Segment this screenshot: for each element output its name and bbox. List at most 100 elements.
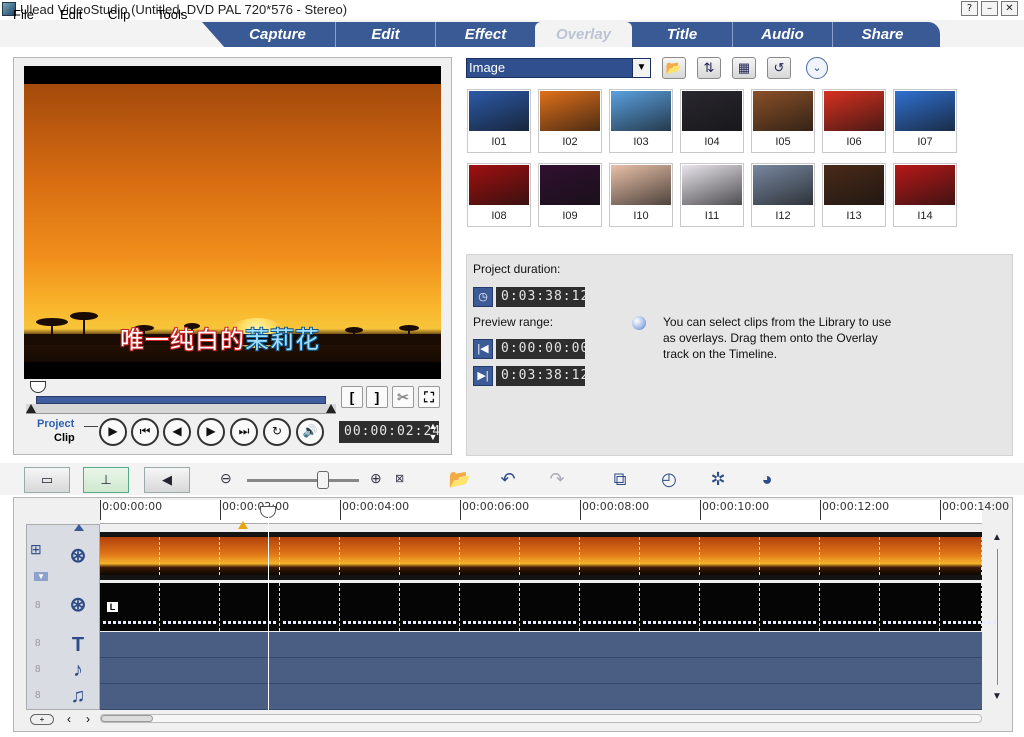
add-track-icon[interactable]: + bbox=[30, 714, 54, 725]
music-track[interactable] bbox=[100, 684, 982, 710]
voice-track-icon[interactable]: ♪ bbox=[62, 657, 94, 683]
library-thumbnail[interactable]: I03 bbox=[609, 89, 673, 153]
menu-clip[interactable]: Clip bbox=[108, 7, 130, 22]
audio-view-icon[interactable]: ◀ bbox=[144, 467, 190, 493]
expand-library-icon[interactable]: ⌄ bbox=[806, 57, 828, 79]
tab-share[interactable]: Share bbox=[832, 22, 932, 47]
storyboard-view-icon[interactable]: ▭ bbox=[24, 467, 70, 493]
library-thumbnail[interactable]: I11 bbox=[680, 163, 744, 227]
range-start-value[interactable]: 0:00:00:00 bbox=[496, 339, 588, 359]
close-button[interactable]: ✕ bbox=[1001, 1, 1018, 16]
scroll-right-icon[interactable]: › bbox=[86, 712, 90, 726]
scroll-up-icon[interactable]: ▲ bbox=[990, 532, 1004, 543]
ripple-edit-icon[interactable]: ⊞ bbox=[30, 541, 42, 558]
chevron-down-icon[interactable]: ▼ bbox=[632, 59, 650, 77]
video-track-icon[interactable]: ⊛ bbox=[62, 543, 94, 569]
end-icon[interactable]: ⏭ bbox=[230, 418, 258, 446]
range-end-value[interactable]: 0:03:38:12 bbox=[496, 366, 588, 386]
overlay-track-icon[interactable]: ⊛ bbox=[62, 592, 94, 618]
music-track-icon[interactable]: ♫ bbox=[62, 683, 94, 709]
ripple-edit-dropdown-icon[interactable]: ▼ bbox=[34, 572, 48, 581]
video-clip-frame[interactable] bbox=[160, 537, 220, 575]
video-clip-frame[interactable] bbox=[340, 537, 400, 575]
open-folder-icon[interactable]: 📂 bbox=[662, 57, 686, 79]
tab-title[interactable]: Title bbox=[632, 22, 732, 47]
timeline-scroll-thumb[interactable] bbox=[101, 715, 153, 722]
next-frame-icon[interactable]: ▶ bbox=[197, 418, 225, 446]
timecode-spinner-icon[interactable]: ▲ ▼ bbox=[427, 421, 439, 443]
video-clip-frame[interactable] bbox=[220, 537, 280, 575]
library-thumbnail[interactable]: I04 bbox=[680, 89, 744, 153]
track-lock-toggle[interactable]: 8 bbox=[35, 690, 41, 701]
overlay-clip-frame[interactable] bbox=[220, 583, 280, 631]
library-thumbnail[interactable]: I06 bbox=[822, 89, 886, 153]
tab-capture[interactable]: Capture bbox=[220, 22, 335, 47]
track-lock-toggle[interactable]: 8 bbox=[35, 600, 41, 611]
undo-icon[interactable]: ↶ bbox=[493, 466, 523, 492]
scroll-tracks-up-icon[interactable] bbox=[74, 524, 84, 531]
overlay-clip-frame[interactable] bbox=[400, 583, 460, 631]
timeline-horizontal-scrollbar[interactable] bbox=[100, 714, 982, 723]
library-thumbnail[interactable]: I09 bbox=[538, 163, 602, 227]
zoom-out-icon[interactable]: ⊖ bbox=[220, 470, 232, 487]
scroll-track[interactable] bbox=[996, 549, 998, 685]
video-clip-frame[interactable] bbox=[100, 537, 160, 575]
menu-file[interactable]: File bbox=[13, 7, 34, 22]
timeline-vertical-scrollbar[interactable]: ▲ ▼ bbox=[990, 532, 1004, 710]
surround-mixer-icon[interactable]: ◕ bbox=[752, 466, 782, 492]
video-clip-frame[interactable] bbox=[940, 537, 982, 575]
library-thumbnail[interactable]: I02 bbox=[538, 89, 602, 153]
library-thumbnail[interactable]: I05 bbox=[751, 89, 815, 153]
timecode-display[interactable]: 00:00:02:24 bbox=[339, 421, 440, 443]
overlay-clip-frame[interactable] bbox=[580, 583, 640, 631]
track-manager-icon[interactable]: ✲ bbox=[703, 466, 733, 492]
tab-audio[interactable]: Audio bbox=[732, 22, 832, 47]
overlay-clip-frame[interactable] bbox=[280, 583, 340, 631]
video-clip-frame[interactable] bbox=[580, 537, 640, 575]
overlay-clip-frame[interactable] bbox=[520, 583, 580, 631]
video-clip-frame[interactable] bbox=[700, 537, 760, 575]
scroll-left-icon[interactable]: ‹ bbox=[67, 712, 71, 726]
mark-in-button[interactable]: [ bbox=[341, 386, 363, 408]
range-end-icon[interactable]: ▶| bbox=[473, 366, 493, 386]
scroll-down-icon[interactable]: ▼ bbox=[990, 691, 1004, 702]
menu-tools[interactable]: Tools bbox=[157, 7, 187, 22]
trim-start-marker[interactable] bbox=[26, 404, 36, 413]
video-clip-frame[interactable] bbox=[460, 537, 520, 575]
zoom-in-icon[interactable]: ⊕ bbox=[370, 470, 382, 487]
video-clip-frame[interactable] bbox=[880, 537, 940, 575]
cut-clip-icon[interactable]: ✂ bbox=[392, 386, 414, 408]
library-thumbnail[interactable]: I13 bbox=[822, 163, 886, 227]
overlay-clip-frame[interactable] bbox=[820, 583, 880, 631]
overlay-clip-frame[interactable] bbox=[160, 583, 220, 631]
title-track[interactable] bbox=[100, 632, 982, 658]
volume-icon[interactable]: 🔊 bbox=[296, 418, 324, 446]
library-thumbnail[interactable]: I14 bbox=[893, 163, 957, 227]
redo-icon[interactable]: ↷ bbox=[542, 466, 572, 492]
chapter-marker-icon[interactable] bbox=[238, 521, 248, 529]
track-lock-toggle[interactable]: 8 bbox=[35, 638, 41, 649]
overlay-clip-frame[interactable] bbox=[760, 583, 820, 631]
home-icon[interactable]: ⏮ bbox=[131, 418, 159, 446]
tab-effect[interactable]: Effect bbox=[435, 22, 535, 47]
library-manager-icon[interactable]: ▦ bbox=[732, 57, 756, 79]
track-lock-toggle[interactable]: 8 bbox=[35, 664, 41, 675]
video-clip-frame[interactable] bbox=[760, 537, 820, 575]
video-clip-frame[interactable] bbox=[640, 537, 700, 575]
menu-edit[interactable]: Edit bbox=[60, 7, 82, 22]
tab-overlay[interactable]: Overlay bbox=[535, 22, 632, 47]
minimize-button[interactable]: – bbox=[981, 1, 998, 16]
video-clip-frame[interactable] bbox=[820, 537, 880, 575]
library-thumbnail[interactable]: I07 bbox=[893, 89, 957, 153]
library-category-dropdown[interactable]: Image ▼ bbox=[466, 58, 651, 78]
trim-bar[interactable] bbox=[36, 396, 326, 404]
mode-project[interactable]: Project bbox=[37, 417, 75, 431]
overlay-clip-frame[interactable] bbox=[460, 583, 520, 631]
sort-icon[interactable]: ⇅ bbox=[697, 57, 721, 79]
previous-frame-icon[interactable]: ◀ bbox=[163, 418, 191, 446]
video-clip-frame[interactable] bbox=[400, 537, 460, 575]
video-clip-frame[interactable] bbox=[520, 537, 580, 575]
mark-out-button[interactable]: ] bbox=[366, 386, 388, 408]
tab-edit[interactable]: Edit bbox=[335, 22, 435, 47]
video-clip-frame[interactable] bbox=[280, 537, 340, 575]
